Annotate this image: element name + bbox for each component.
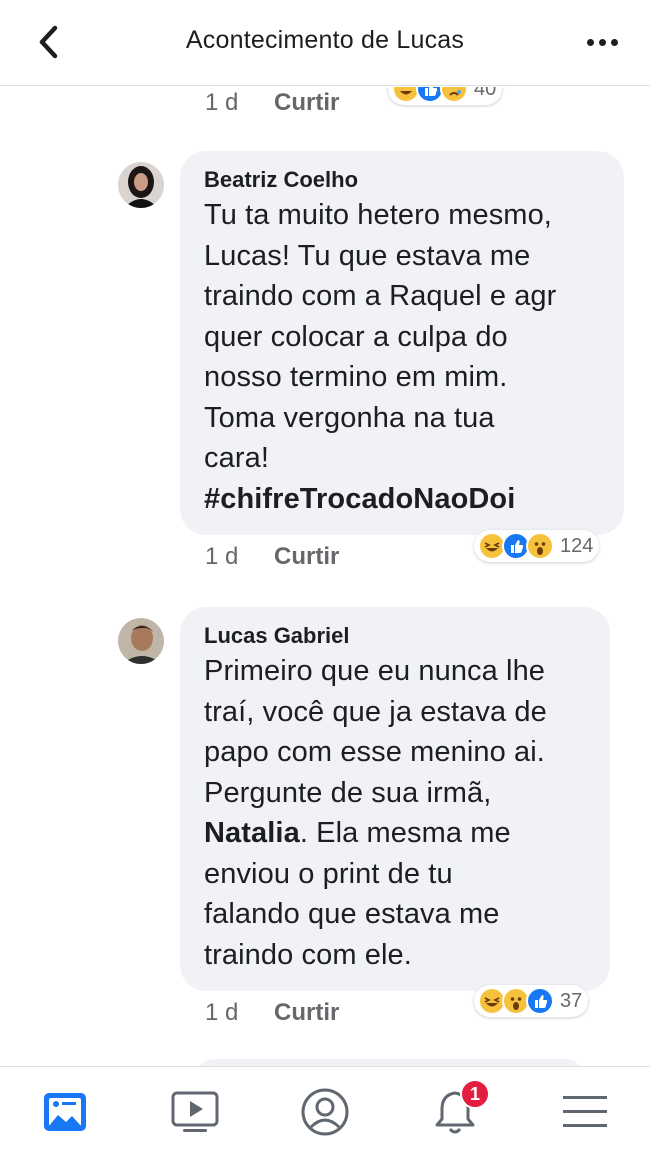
tab-video[interactable] [170, 1087, 220, 1137]
more-dot [598, 38, 606, 46]
comment-text-line: Lucas! Tu que estava me [204, 239, 531, 272]
comment-text-line: cara! [204, 442, 269, 474]
comment-text-line: Primeiro que eu nunca lhe [204, 655, 546, 687]
comment-author[interactable]: Lucas Gabriel [204, 621, 590, 651]
comment-bubble[interactable]: Lucas Gabriel Primeiro que eu nunca lhe … [180, 607, 610, 991]
tab-menu[interactable] [560, 1087, 610, 1137]
hashtag-link[interactable]: #chifreTrocadoNaoDoi [204, 479, 604, 520]
top-bar: Acontecimento de Lucas [0, 0, 650, 86]
more-dot [610, 38, 618, 46]
comment-text-line: traí, você que ja estava de [204, 695, 547, 728]
comment-meta: 1 d Curtir [205, 999, 405, 1029]
bottom-tab-bar: 1 [0, 1066, 650, 1156]
comment-text-line: traindo com a Raquel e agr [204, 280, 557, 312]
video-icon [171, 1091, 219, 1132]
more-horizontal-icon [586, 38, 594, 46]
menu-icon [563, 1096, 607, 1127]
reaction-count: 40 [474, 87, 497, 100]
comment-text-line: Pergunte de sua irmã, [204, 776, 492, 809]
tab-news-feed[interactable] [40, 1087, 90, 1137]
comment-time: 1 d [205, 999, 239, 1026]
comment-text-line: nosso termino em mim. [204, 361, 508, 393]
avatar[interactable] [118, 618, 164, 664]
sad-emoji-icon [440, 87, 468, 103]
mention-link[interactable]: Natalia [204, 817, 300, 849]
comment-meta: 1 d Curtir [205, 89, 405, 119]
comment-text-line: quer colocar a culpa do [204, 320, 508, 353]
comment-text-line: Toma vergonha na tua [204, 401, 495, 434]
comment-time: 1 d [205, 89, 239, 116]
tab-profile[interactable] [300, 1087, 350, 1137]
reaction-count: 124 [560, 534, 594, 557]
comment-text-line: falando que estava me [204, 898, 500, 930]
news-feed-icon [44, 1093, 86, 1131]
like-emoji-icon [526, 987, 554, 1015]
comments-feed[interactable]: 1 d Curtir 40 Beatriz Coelho Tu ta muito… [0, 87, 650, 1067]
comment-text-line: Natalia. Ela mesma me [204, 813, 590, 854]
reactions-summary[interactable]: 124 [474, 530, 600, 562]
reactions-summary[interactable]: 40 [388, 87, 503, 105]
like-link[interactable]: Curtir [274, 999, 339, 1027]
comment-text: Tu ta muito hetero mesmo, Lucas! Tu que … [204, 195, 604, 519]
profile-icon [301, 1088, 349, 1136]
comment-text-line: traindo com ele. [204, 938, 412, 971]
comment-time: 1 d [205, 543, 239, 570]
tab-notifications[interactable]: 1 [430, 1079, 490, 1137]
like-link[interactable]: Curtir [274, 89, 339, 117]
more-options-button[interactable] [578, 28, 626, 56]
avatar-photo-icon [118, 618, 164, 664]
wow-emoji-icon [526, 532, 554, 560]
avatar-photo-icon [118, 162, 164, 208]
notification-badge: 1 [460, 1079, 490, 1109]
comment-text-line: Tu ta muito hetero mesmo, [204, 199, 552, 231]
like-link[interactable]: Curtir [274, 543, 339, 571]
comment-author[interactable]: Beatriz Coelho [204, 165, 604, 195]
reactions-summary[interactable]: 37 [474, 985, 589, 1017]
comment-text: Primeiro que eu nunca lhe traí, você que… [204, 651, 590, 975]
mention-suffix: . Ela mesma me [299, 817, 511, 849]
comment-bubble[interactable]: Beatriz Coelho Tu ta muito hetero mesmo,… [180, 151, 624, 535]
comment-meta: 1 d Curtir [205, 543, 405, 573]
avatar[interactable] [118, 162, 164, 208]
comment-text-line: enviou o print de tu [204, 857, 453, 890]
reaction-count: 37 [560, 989, 583, 1012]
comment-text-line: papo com esse menino ai. [204, 736, 545, 768]
page-title: Acontecimento de Lucas [185, 26, 465, 54]
